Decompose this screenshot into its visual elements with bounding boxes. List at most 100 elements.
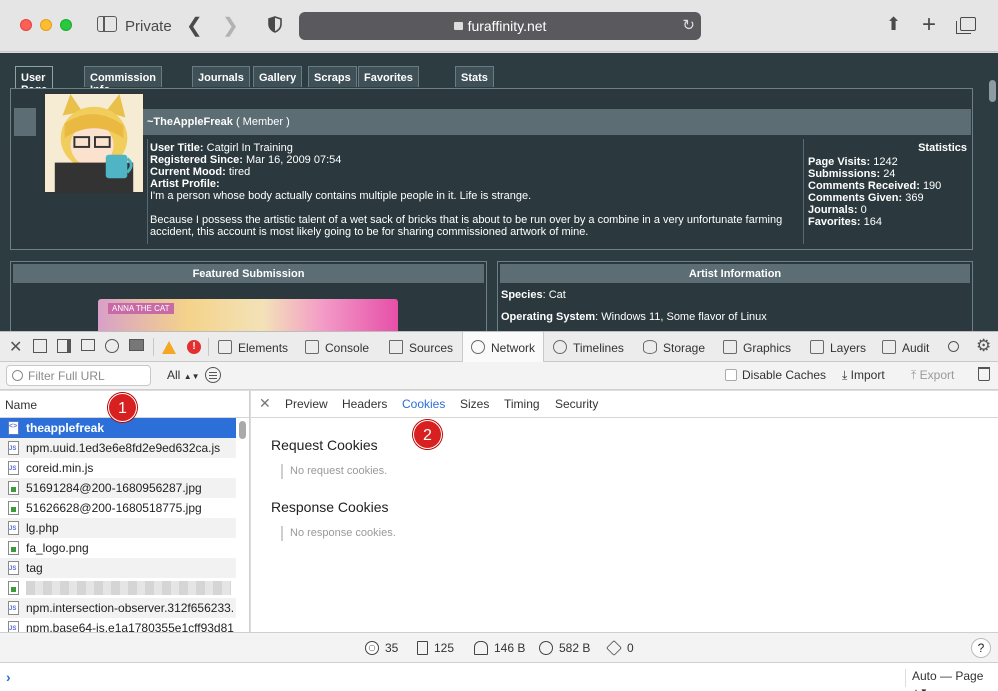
stat-submissions: 24 [883,168,896,180]
execution-context-select[interactable]: Auto — Page ▲▼ [905,669,998,691]
group-by-icon[interactable] [205,367,221,383]
gear-icon[interactable]: ⚙ [976,336,991,356]
username[interactable]: ~TheAppleFreak [147,116,233,128]
member-type: ( Member ) [235,116,290,128]
globe-icon [365,641,379,655]
artist-information-panel: Artist Information Species: Cat Operatin… [497,261,973,331]
redirect-count: 0 [606,640,634,656]
tab-user-page[interactable]: User Page [15,66,54,96]
tab-network[interactable]: Network [462,332,545,362]
error-icon[interactable]: ! [187,340,201,354]
tab-graphics[interactable]: Graphics [723,332,791,362]
minimize-window-button[interactable] [40,19,52,31]
tab-timelines[interactable]: Timelines [553,332,624,362]
featured-image[interactable]: ANNA THE CAT [98,299,398,331]
export-icon: ⤒ [911,368,917,382]
share-icon[interactable]: ⬆ [886,14,901,35]
new-tab-icon[interactable]: + [922,11,936,39]
forward-icon[interactable]: ❯ [222,13,239,38]
tab-preview[interactable]: Preview [285,397,328,411]
close-window-button[interactable] [20,19,32,31]
reload-icon[interactable]: ↻ [682,16,695,34]
disable-caches-checkbox[interactable] [725,369,737,381]
statistics-title: Statistics [918,142,967,154]
tab-headers[interactable]: Headers [342,397,387,411]
tab-security[interactable]: Security [555,397,598,411]
featured-submission-panel: Featured Submission ANNA THE CAT [10,261,487,331]
tab-overview-icon[interactable] [956,17,976,34]
list-item[interactable]: tag [0,558,236,578]
tab-timing[interactable]: Timing [504,397,540,411]
request-list: Name theapplefreak npm.uuid.1ed3e6e8fd2e… [0,391,250,632]
list-scrollbar[interactable] [239,421,246,439]
close-inspector-icon[interactable]: ✕ [9,337,22,357]
tab-layers[interactable]: Layers [810,332,866,362]
page-scrollbar[interactable] [989,80,996,102]
dock-side-icon[interactable] [57,339,71,353]
tab-sources[interactable]: Sources [389,332,453,362]
import-button[interactable]: ⤓ Import [842,368,885,383]
privacy-shield-icon[interactable] [268,16,282,33]
user-title: Catgirl In Training [206,142,293,154]
annotation-badge-2: 2 [413,420,442,449]
tab-elements[interactable]: Elements [218,332,288,362]
close-detail-icon[interactable]: ✕ [259,395,271,412]
resource-type-select[interactable]: All ▲▼ [167,368,200,382]
tab-storage[interactable]: Storage [643,332,705,362]
tab-console[interactable]: Console [305,332,369,362]
tab-sizes[interactable]: Sizes [460,397,489,411]
tab-favorites[interactable]: Favorites [358,66,419,87]
sidebar-toggle-icon[interactable] [97,16,117,32]
request-detail-pane: ✕ Preview Headers Cookies Sizes Timing S… [251,391,998,632]
warning-icon[interactable] [162,341,176,354]
tab-stats[interactable]: Stats [455,66,494,87]
resource-count: 125 [417,641,454,655]
tab-scraps[interactable]: Scraps [308,66,357,87]
console-prompt[interactable]: › Auto — Page ▲▼ [0,662,998,691]
tab-gallery[interactable]: Gallery [253,66,303,87]
timelines-icon [553,340,567,354]
list-item[interactable]: fa_logo.png [0,538,236,558]
document-icon [8,421,19,435]
back-icon[interactable]: ❮ [186,13,203,38]
address-bar[interactable]: furaffinity.net ↻ [299,12,701,40]
weight-icon [474,641,488,655]
list-item[interactable] [0,578,236,598]
script-icon [8,441,19,455]
clear-log-icon[interactable] [978,367,990,381]
script-icon [8,621,19,632]
tab-journals[interactable]: Journals [192,66,250,87]
list-item[interactable]: npm.intersection-observer.312f656233. [0,598,236,618]
url-text: furaffinity.net [467,18,547,34]
detail-tab-bar: ✕ Preview Headers Cookies Sizes Timing S… [251,391,998,418]
zoom-window-button[interactable] [60,19,72,31]
device-icon[interactable] [129,339,144,351]
filter-url-input[interactable]: Filter Full URL [6,365,151,386]
audit-icon [882,340,896,354]
stat-journals: 0 [860,204,867,216]
element-picker-icon[interactable] [105,339,119,353]
list-item[interactable]: npm.uuid.1ed3e6e8fd2e9ed632ca.js [0,438,236,458]
list-item[interactable]: lg.php [0,518,236,538]
tab-cookies[interactable]: Cookies [402,397,445,411]
script-icon [8,521,19,535]
dock-bottom-icon[interactable] [33,339,47,353]
browser-toolbar: Private ❮ ❯ furaffinity.net ↻ ⬆ + [0,0,998,52]
help-button[interactable]: ? [971,638,991,658]
search-icon[interactable] [948,341,959,352]
list-item[interactable]: npm.base64-js.e1a1780355e1cff93d81 [0,618,236,632]
list-item[interactable]: 51691284@200-1680956287.jpg [0,478,236,498]
inspector-tab-bar: ✕ ! Elements Console Sources Network Tim… [0,331,998,362]
profile-box: ~TheAppleFreak ( Member ) User Title: Ca… [10,88,973,250]
private-label: Private [125,18,172,35]
list-item[interactable]: coreid.min.js [0,458,236,478]
avatar[interactable] [44,93,144,193]
export-button[interactable]: ⤒ Export [911,368,954,383]
list-item[interactable]: 51626628@200-1680518775.jpg [0,498,236,518]
undock-icon[interactable] [81,339,95,351]
tab-commission-info[interactable]: Commission Info [84,66,163,96]
tab-audit[interactable]: Audit [882,332,929,362]
sources-icon [389,340,403,354]
script-icon [8,601,19,615]
request-cookies-empty: No request cookies. [281,464,387,479]
